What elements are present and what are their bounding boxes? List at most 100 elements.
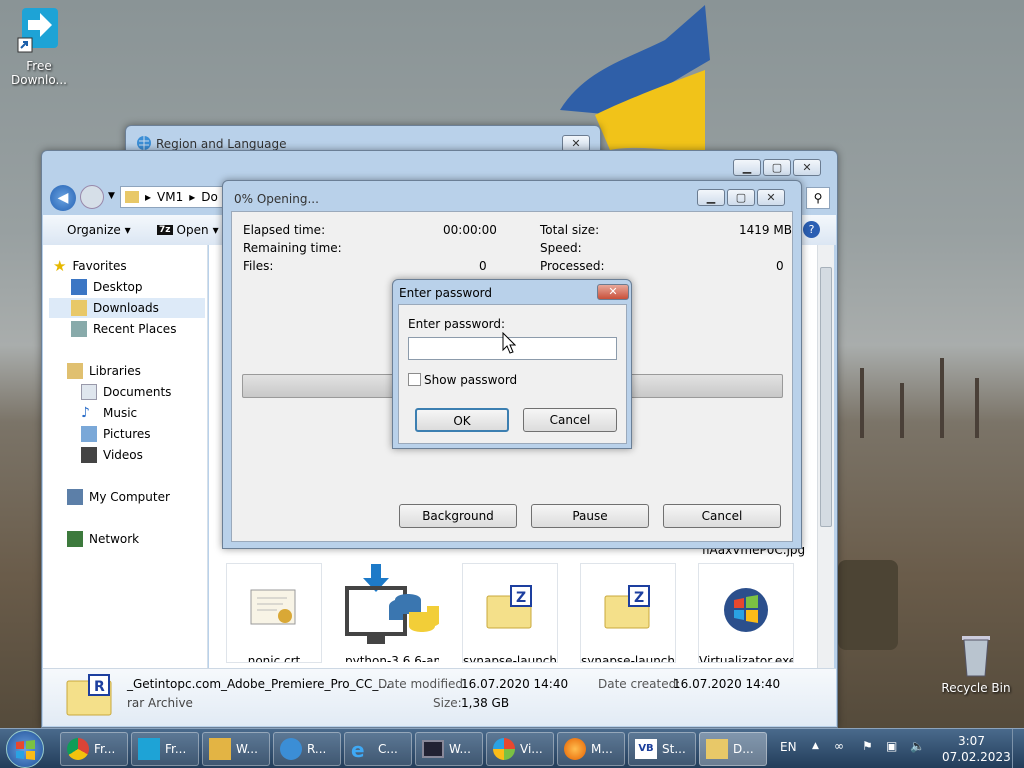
details-size-label: Size:	[433, 696, 462, 710]
file-label: python-3.6.6-am...	[345, 654, 439, 663]
file-item[interactable]: Virtualizator.exe	[698, 563, 794, 663]
nav-documents[interactable]: Documents	[81, 382, 171, 402]
taskbar-item[interactable]: M...	[557, 732, 625, 766]
total-size-value: 1419 MB	[739, 223, 792, 237]
organize-button[interactable]: Organize ▾	[67, 223, 131, 237]
taskbar-item[interactable]: W...	[202, 732, 270, 766]
svg-text:Z: Z	[634, 590, 644, 606]
nav-recent-places[interactable]: Recent Places	[71, 319, 176, 339]
file-item[interactable]: Z synapse-launcher...	[580, 563, 676, 663]
flag-tray-icon[interactable]: ⚑	[862, 739, 873, 753]
desktop-icon	[71, 279, 87, 295]
open-button[interactable]: 7z Open ▾	[157, 223, 219, 237]
taskbar-item[interactable]: Fr...	[60, 732, 128, 766]
remaining-label: Remaining time:	[243, 241, 342, 255]
taskbar-item[interactable]: D...	[699, 732, 767, 766]
details-pane: R _Getintopc.com_Adobe_Premiere_Pro_CC_.…	[43, 668, 836, 726]
pictures-icon	[81, 426, 97, 442]
pause-button[interactable]: Pause	[531, 504, 649, 528]
certificate-icon	[250, 589, 296, 625]
volume-icon[interactable]: 🔈	[910, 739, 925, 753]
forward-button[interactable]	[80, 185, 104, 209]
computer-icon	[67, 489, 83, 505]
ok-button[interactable]: OK	[415, 408, 509, 432]
nav-pictures[interactable]: Pictures	[81, 424, 151, 444]
window-title: 0% Opening...	[234, 192, 319, 206]
nav-favorites[interactable]: ★ Favorites	[53, 256, 127, 276]
file-item[interactable]: Z synapse-launcher...	[462, 563, 558, 663]
windows-update-icon	[209, 738, 231, 760]
desktop-icon-recycle-bin[interactable]: Recycle Bin	[940, 632, 1012, 695]
maximize-button[interactable]: ▢	[727, 189, 755, 206]
taskbar-item[interactable]: VB St...	[628, 732, 696, 766]
globe-icon	[137, 136, 151, 150]
network-tray-icon[interactable]: ∞	[834, 739, 844, 753]
total-size-label: Total size:	[540, 223, 600, 237]
desktop-icon-free-download[interactable]: Free Downlo...	[4, 6, 74, 87]
taskbar-item[interactable]: R...	[273, 732, 341, 766]
breadcrumb[interactable]: ▸ VM1 ▸ Do	[120, 186, 230, 208]
start-button[interactable]	[6, 730, 44, 768]
elapsed-value: 00:00:00	[443, 223, 497, 237]
search-icon[interactable]: ⚲	[806, 187, 830, 209]
processed-value: 0	[776, 259, 784, 273]
clock-time[interactable]: 3:07	[958, 734, 985, 748]
close-button[interactable]: ✕	[757, 189, 785, 206]
nav-music[interactable]: ♪ Music	[81, 403, 137, 423]
recycle-bin-icon	[962, 636, 990, 677]
breadcrumb-item[interactable]: VM1	[157, 190, 183, 204]
minimize-button[interactable]: ▁	[697, 189, 725, 206]
monitor-tray-icon[interactable]: ▣	[886, 739, 897, 753]
taskbar-item[interactable]: W...	[415, 732, 483, 766]
help-icon[interactable]: ?	[803, 221, 820, 238]
cancel-button[interactable]: Cancel	[523, 408, 617, 432]
file-item[interactable]: nonic.crt	[226, 563, 322, 663]
nav-my-computer[interactable]: My Computer	[67, 487, 170, 507]
music-icon: ♪	[81, 405, 90, 421]
folder-icon	[706, 739, 728, 759]
nav-desktop[interactable]: Desktop	[71, 277, 143, 297]
breadcrumb-item[interactable]: Do	[201, 190, 218, 204]
chrome-icon	[67, 738, 89, 760]
file-item[interactable]: python-3.6.6-am...	[344, 563, 440, 663]
language-indicator[interactable]: EN	[780, 740, 797, 754]
taskbar-item[interactable]: Vi...	[486, 732, 554, 766]
details-created-label: Date created:	[598, 677, 681, 691]
nav-network[interactable]: Network	[67, 529, 139, 549]
arrow-left-icon: ◀	[57, 190, 69, 206]
file-label: synapse-launcher...	[581, 654, 675, 663]
minimize-button[interactable]: ▁	[733, 159, 761, 176]
videos-icon	[81, 447, 97, 463]
close-button[interactable]: ✕	[597, 284, 629, 300]
clock-date[interactable]: 07.02.2023	[942, 750, 1011, 764]
task-manager-icon	[422, 740, 444, 758]
cancel-button[interactable]: Cancel	[663, 504, 781, 528]
maximize-button[interactable]: ▢	[763, 159, 791, 176]
python-installer-icon	[345, 564, 439, 644]
tank-silhouette	[838, 560, 898, 650]
documents-icon	[81, 384, 97, 400]
history-dropdown-icon[interactable]: ▼	[108, 191, 115, 201]
show-hidden-icons[interactable]: ▲	[812, 741, 819, 751]
speed-label: Speed:	[540, 241, 582, 255]
ie-icon: e	[351, 738, 365, 762]
mouse-cursor-icon	[502, 332, 516, 354]
background-button[interactable]: Background	[399, 504, 517, 528]
show-desktop-button[interactable]	[1012, 729, 1024, 768]
show-password-label[interactable]: Show password	[424, 373, 517, 387]
vb-icon: VB	[635, 739, 657, 759]
windows-logo-icon	[16, 740, 35, 760]
close-button[interactable]: ✕	[793, 159, 821, 176]
desktop-icon-label: Free Downlo...	[11, 59, 67, 87]
taskbar-item[interactable]: Fr...	[131, 732, 199, 766]
file-label: Virtualizator.exe	[699, 654, 794, 663]
password-dialog[interactable]: Enter password ✕ Enter password: Show pa…	[392, 279, 632, 449]
taskbar-item[interactable]: e C...	[344, 732, 412, 766]
nav-downloads[interactable]: Downloads	[49, 298, 205, 318]
scrollbar[interactable]	[817, 245, 834, 668]
nav-libraries[interactable]: Libraries	[67, 361, 141, 381]
scroll-thumb[interactable]	[820, 267, 832, 527]
nav-videos[interactable]: Videos	[81, 445, 143, 465]
back-button[interactable]: ◀	[50, 185, 76, 211]
show-password-checkbox[interactable]	[408, 373, 421, 386]
